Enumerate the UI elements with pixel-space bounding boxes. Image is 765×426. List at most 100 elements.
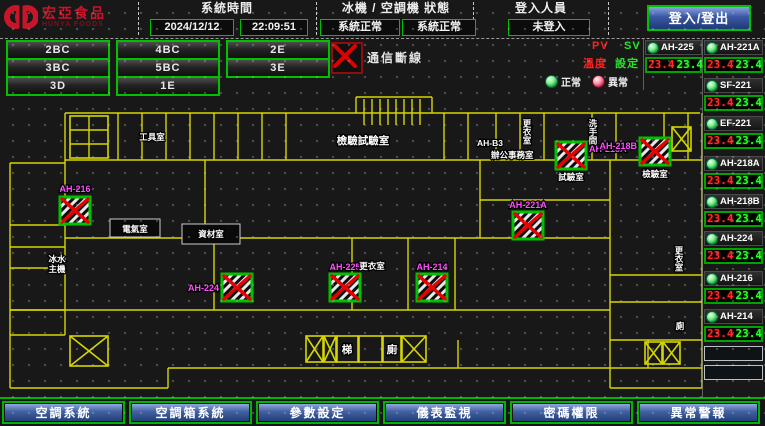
room-label: 資材室 [197,229,224,239]
sv-value: 23.4 [677,59,704,71]
system-date-value: 2024/12/12 [150,19,234,36]
floor-button-1e[interactable]: 1E [116,76,220,96]
pv-value: 23.4 [707,290,734,302]
ahu-marker-label: AH-221A [509,200,547,210]
unit-row-ah-225[interactable]: AH-225 [645,40,702,55]
stair-icon [70,116,108,158]
nav-slot: 參數設定 [256,401,379,424]
ahu-marker[interactable] [60,197,90,224]
unit-name-label: EF-221 [720,118,751,129]
ahu-marker[interactable] [222,274,252,301]
normal-lamp-icon [545,75,558,88]
sv-name-label: 設定 [615,55,639,71]
logo-icon [4,2,38,32]
room-label: 更衣室 [674,245,684,272]
unit-row[interactable]: AH-218B [704,194,763,209]
room-label: 主機 [48,264,66,274]
unit-values: 23.423.4 [704,288,763,304]
status-lamp-icon [706,311,718,323]
ahu-marker-label: AH-224 [188,283,219,293]
room-label: 梯 [342,343,353,356]
pv-label: PV [592,40,609,52]
floor-button-3e[interactable]: 3E [226,58,330,78]
ahu-marker[interactable] [513,212,543,239]
floor-button-2bc[interactable]: 2BC [6,40,110,60]
room-label: 洗手間 [588,118,598,145]
sv-value: 23.4 [736,250,763,262]
ahu-marker[interactable] [417,274,447,301]
header-bar: 宏亞食品 HUNYA FOODS 系統時間 2024/12/12 22:09:5… [0,0,765,39]
abnormal-lamp-icon [592,75,605,88]
ahu-marker[interactable] [330,274,360,301]
unit-values: 23.423.4 [704,248,763,264]
ahu-marker-label: AH-218B [599,141,637,151]
abnormal-label: 異常 [608,74,628,89]
login-logout-button[interactable]: 登入/登出 [647,5,751,31]
unit-row[interactable]: AH-218A [704,156,763,171]
floor-button-2e[interactable]: 2E [226,40,330,60]
ahu-marker-label: AH-214 [416,262,447,272]
machine-status-label: 冰機 / 空調機 狀態 [318,1,474,16]
sv-value: 23.4 [736,59,763,71]
unit-name-label: AH-225 [661,42,694,53]
floor-button-4bc[interactable]: 4BC [116,40,220,60]
room-label: 電氣室 [122,224,148,234]
sv-label: SV [624,40,641,52]
room-label: 檢驗室 [642,169,668,179]
unit-row[interactable]: AH-214 [704,309,763,324]
normal-label: 正常 [561,74,581,89]
pv-value: 23.4 [707,97,734,109]
nav-button-ahu-system[interactable]: 空調箱系統 [132,404,249,421]
unit-values: 23.423.4 [704,57,763,73]
ahu-marker[interactable] [556,142,586,169]
room-label: 廁 [676,321,685,331]
ahu-marker-label: AH-216 [59,184,90,194]
unit-values-ah-225: 23.4 23.4 [645,57,702,73]
unit-row[interactable]: AH-216 [704,271,763,286]
room-label: 工具室 [139,132,165,142]
nav-button-parameter-settings[interactable]: 參數設定 [259,404,376,421]
room-label: AH-B3 [477,138,503,148]
pv-value: 23.4 [707,213,734,225]
pv-value: 23.4 [648,59,675,71]
pv-value: 23.4 [707,328,734,340]
status-lamp-icon [706,196,718,208]
nav-slot: 儀表監視 [383,401,506,424]
status-lamp-icon [647,42,659,54]
nav-slot: 空調系統 [2,401,125,424]
ahu-marker[interactable] [640,138,670,165]
bottom-nav-bar: 空調系統 空調箱系統 參數設定 儀表監視 密碼權限 異常警報 [0,397,765,426]
unit-row[interactable]: AH-221A [704,40,763,55]
chiller-status-value: 系統正常 [320,19,400,36]
nav-button-alarm[interactable]: 異常警報 [640,404,757,421]
unit-name-label: AH-221A [720,42,760,53]
panel-divider [702,38,703,397]
unit-name-label: AH-224 [720,233,753,244]
floor-button-3d[interactable]: 3D [6,76,110,96]
unit-row[interactable]: SF-221 [704,78,763,93]
empty-unit-slot [704,365,763,380]
pv-value: 23.4 [707,175,734,187]
nav-button-ac-system[interactable]: 空調系統 [5,404,122,421]
floor-button-5bc[interactable]: 5BC [116,58,220,78]
ac-status-value: 系統正常 [402,19,476,36]
nav-button-password-authority[interactable]: 密碼權限 [513,404,630,421]
sv-value: 23.4 [736,135,763,147]
unit-row[interactable]: AH-224 [704,231,763,246]
unit-row[interactable]: EF-221 [704,116,763,131]
sv-value: 23.4 [736,328,763,340]
nav-button-meter-monitor[interactable]: 儀表監視 [386,404,503,421]
header-separator [316,2,317,35]
room-label: 更衣室 [522,118,532,145]
floor-button-3bc[interactable]: 3BC [6,58,110,78]
room-label: 辦公事務室 [491,150,534,160]
ahu-marker-label: AH-225 [329,262,360,272]
legend-abnormal: 異常 [592,74,628,89]
room-label: 更衣室 [359,261,385,271]
room-label: 檢驗試驗室 [337,134,390,147]
sv-value: 23.4 [736,213,763,225]
unit-values: 23.423.4 [704,133,763,149]
pv-value: 23.4 [707,250,734,262]
unit-values: 23.423.4 [704,326,763,342]
hmi-screen: AH-216 AH-224 AH-225 AH-214 AH-221A AH-2… [0,0,765,426]
